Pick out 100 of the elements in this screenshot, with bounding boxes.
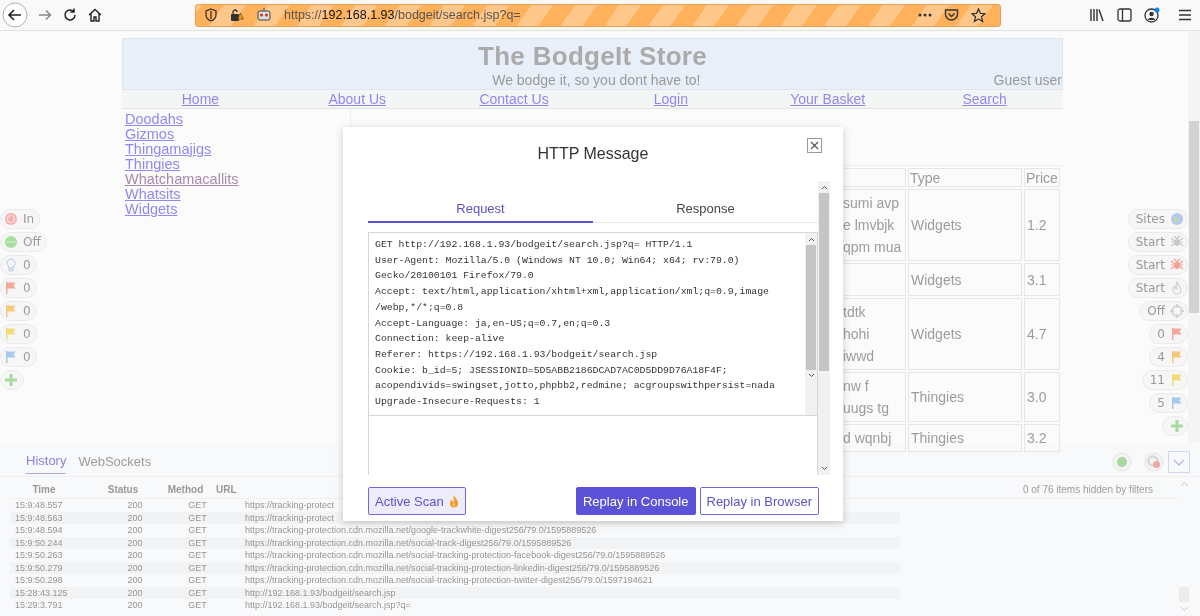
scrollbar-thumb[interactable] [806, 245, 816, 370]
cell-text-line: qpm mua [843, 238, 903, 257]
category-link[interactable]: Gizmos [125, 127, 175, 142]
scroll-up-icon[interactable] [820, 185, 828, 190]
tab[interactable]: WebSockets [78, 450, 152, 474]
request-line: Referer: https://192.168.1.93/bodgeit/search.jsp [375, 347, 659, 362]
nav-link[interactable]: Your Basket [790, 91, 866, 107]
action-button[interactable]: Replay in Browser [699, 487, 819, 515]
table-cell-text: GET [187, 587, 208, 598]
close-icon [810, 141, 819, 150]
tab[interactable]: Request [368, 201, 593, 223]
table-cell-text: 15:9:50.244 [14, 537, 64, 548]
table-cell-text: GET [187, 550, 208, 561]
category-link[interactable]: Whatsits [125, 187, 181, 202]
tab[interactable]: History [26, 450, 67, 474]
robot-icon[interactable] [256, 8, 272, 22]
hud-button[interactable]: 11 [1141, 370, 1188, 390]
table-cell: 3.0 [1024, 372, 1060, 422]
library-icon[interactable] [1089, 8, 1105, 22]
cell-text-line: hohi [843, 325, 871, 344]
star-icon[interactable] [971, 7, 986, 23]
store-title: The BodgeIt Store [477, 41, 708, 72]
hud-button[interactable]: 0 [0, 347, 37, 367]
scroll-down-icon[interactable] [820, 466, 828, 471]
cell-text-line: uugs tg [843, 399, 890, 418]
hud-button[interactable]: 0 [0, 324, 37, 344]
hud-button[interactable]: 0 [1149, 324, 1188, 344]
flag-icon [4, 304, 18, 318]
menu-icon[interactable] [1178, 9, 1192, 21]
request-text-area[interactable] [368, 232, 818, 416]
user-status: Guest user [993, 72, 1062, 88]
request-line: Connection: keep-alive [375, 332, 506, 347]
hud-button[interactable]: Start [1127, 232, 1188, 252]
status-dot-icon [4, 235, 18, 249]
table-cell: Widgets [908, 298, 1022, 370]
category-link[interactable]: Widgets [125, 202, 178, 217]
flame-icon [448, 494, 459, 508]
table-cell: Widgets [908, 263, 1022, 296]
hud-button[interactable]: 4 [1149, 347, 1188, 367]
plus-icon [4, 373, 18, 387]
hud-button[interactable]: Off [0, 232, 47, 252]
hud-button[interactable]: 0 [0, 255, 37, 275]
flame-icon [1170, 281, 1184, 295]
request-line: User-Agent: Mozilla/5.0 (Windows NT 10.0; Win64; x64; rv:79.0) [375, 253, 741, 268]
nav-link[interactable]: Contact Us [479, 91, 549, 107]
table-cell-text: 15:9:48.557 [14, 500, 64, 511]
reload-icon[interactable] [62, 7, 78, 23]
nav-link[interactable]: About Us [328, 91, 387, 107]
insecure-lock-icon[interactable] [230, 8, 244, 22]
category-link[interactable]: Thingamajigs [125, 142, 212, 157]
hud-button[interactable]: Sites [1127, 209, 1188, 229]
hud-button[interactable]: 0 [0, 278, 37, 298]
account-icon[interactable] [1144, 7, 1160, 23]
address-bar[interactable]: https://192.168.1.93/bodgeit/search.jsp?q= [195, 3, 1001, 27]
hud-button[interactable]: Off [1139, 301, 1188, 321]
lightbulb-icon [4, 258, 18, 272]
nav-link[interactable]: Search [962, 91, 1007, 107]
nav-link[interactable]: Login [653, 91, 689, 107]
scroll-up-icon[interactable] [807, 237, 815, 242]
category-link[interactable]: Doodahs [125, 112, 184, 127]
sidebar-icon[interactable] [1117, 8, 1132, 22]
table-cell-text: 200 [126, 500, 144, 511]
cell-text-line: d wqnbj [843, 429, 893, 448]
pocket-icon[interactable] [944, 8, 959, 22]
more-dots-icon[interactable] [918, 13, 932, 17]
forward-icon[interactable] [37, 7, 53, 23]
table-cell: https://tracking-protection.cdn.mozilla.net/social-tracking-protection-twitter-digest256/79.0/1597194621 [245, 575, 653, 586]
nav-link[interactable]: Home [181, 91, 220, 107]
column-header: URL [216, 483, 237, 495]
table-cell-text: 15:9:50.298 [14, 575, 64, 586]
tab[interactable]: Response [593, 201, 818, 222]
hud-button[interactable]: 5 [1149, 393, 1188, 413]
hud-button[interactable]: Start [1127, 255, 1188, 275]
flag-icon [1170, 327, 1184, 341]
table-cell: 1.2 [1024, 189, 1060, 261]
scrollbar-thumb[interactable] [819, 193, 829, 371]
hud-button[interactable]: 0 [0, 301, 37, 321]
table-cell: Widgets [908, 189, 1022, 261]
home-icon[interactable] [87, 7, 103, 23]
shield-icon[interactable] [204, 8, 218, 22]
category-link[interactable]: Whatchamacallits [125, 172, 239, 187]
table-cell-text: 15:9:48.594 [14, 525, 64, 536]
table-cell-text: GET [187, 537, 208, 548]
hud-button[interactable]: Start [1127, 278, 1188, 298]
action-button[interactable]: Replay in Console [576, 487, 696, 515]
scrollbar-thumb[interactable] [1189, 121, 1199, 313]
cell-text-line: sumi avp [843, 194, 901, 213]
close-button[interactable] [807, 138, 822, 153]
back-icon[interactable] [2, 2, 28, 28]
table-cell-text: GET [187, 500, 208, 511]
flag-icon [4, 281, 18, 295]
plus-icon [1170, 419, 1184, 433]
scroll-down-icon[interactable] [807, 373, 815, 378]
category-link[interactable]: Thingies [125, 157, 180, 172]
tagline: We bodge it, so you dont have to! [492, 72, 701, 88]
action-button[interactable]: Active Scan [368, 487, 466, 515]
hud-button[interactable]: In [0, 209, 41, 229]
table-header: Type [908, 168, 1022, 187]
status-dot-icon[interactable] [1112, 452, 1132, 472]
request-line: Cookie: b_id=5; JSESSIONID=5D5ABB2186DCAD7AC0D5DD9D76A18F4F; [375, 363, 729, 378]
